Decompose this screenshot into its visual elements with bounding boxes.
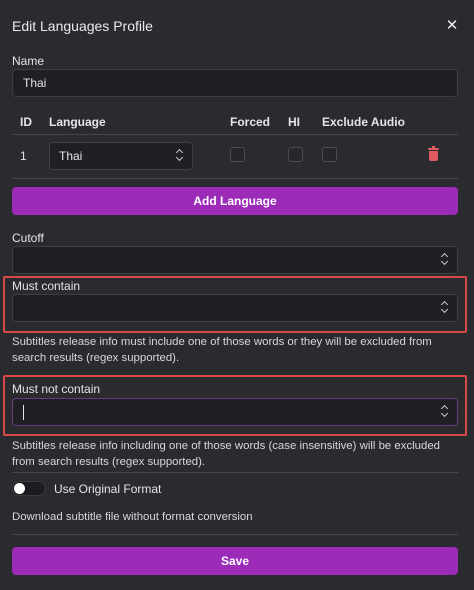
row-hi-cell	[288, 133, 322, 179]
row-exclude-audio-cell	[322, 133, 422, 179]
must-not-contain-hint: Subtitles release info including one of …	[12, 440, 441, 468]
exclude-audio-checkbox[interactable]	[322, 147, 337, 162]
save-button[interactable]: Save	[12, 547, 458, 575]
cutoff-label: Cutoff	[12, 231, 44, 245]
column-header-hi: HI	[288, 114, 300, 129]
modal-header: Edit Languages Profile ✕	[12, 16, 462, 38]
close-icon[interactable]: ✕	[444, 18, 460, 34]
toggle-knob	[14, 483, 25, 494]
text-cursor	[23, 405, 24, 420]
trash-icon[interactable]	[428, 146, 439, 161]
use-original-format-label: Use Original Format	[54, 482, 162, 496]
name-label: Name	[12, 54, 45, 68]
table-header-row: ID Language Forced HI Exclude Audio	[12, 110, 458, 134]
cutoff-select[interactable]	[12, 246, 458, 274]
modal-title: Edit Languages Profile	[12, 18, 153, 34]
name-input[interactable]: Thai	[12, 69, 458, 97]
use-original-format-hint: Download subtitle file without format co…	[12, 511, 253, 523]
languages-table: ID Language Forced HI Exclude Audio 1 Th…	[12, 110, 458, 179]
language-select-value: Thai	[59, 149, 83, 163]
must-contain-hint: Subtitles release info must include one …	[12, 336, 432, 364]
must-not-contain-label: Must not contain	[12, 382, 101, 396]
column-header-exclude-audio: Exclude Audio	[322, 114, 405, 129]
forced-checkbox[interactable]	[230, 147, 245, 162]
must-contain-label: Must contain	[12, 279, 81, 293]
use-original-format-toggle[interactable]	[12, 481, 46, 496]
divider	[12, 534, 458, 535]
must-not-contain-select[interactable]	[12, 398, 458, 426]
add-language-button[interactable]: Add Language	[12, 187, 458, 215]
divider	[12, 472, 458, 473]
column-header-forced: Forced	[230, 114, 271, 129]
chevron-up-down-icon	[441, 295, 449, 321]
row-language-cell: Thai	[49, 133, 230, 179]
chevron-up-down-icon	[441, 399, 449, 425]
hi-checkbox[interactable]	[288, 147, 303, 162]
column-header-actions	[422, 110, 458, 134]
row-actions-cell	[422, 133, 458, 179]
edit-languages-profile-modal: Edit Languages Profile ✕ Name Thai ID La…	[0, 0, 474, 590]
column-header-language: Language	[49, 114, 106, 129]
table-row: 1 Thai	[12, 133, 458, 179]
language-select[interactable]: Thai	[49, 142, 193, 170]
column-header-id: ID	[20, 114, 32, 129]
chevron-up-down-icon	[441, 247, 449, 273]
row-id: 1	[12, 133, 49, 179]
must-contain-select[interactable]	[12, 294, 458, 322]
chevron-up-down-icon	[176, 143, 184, 169]
row-forced-cell	[230, 133, 288, 179]
